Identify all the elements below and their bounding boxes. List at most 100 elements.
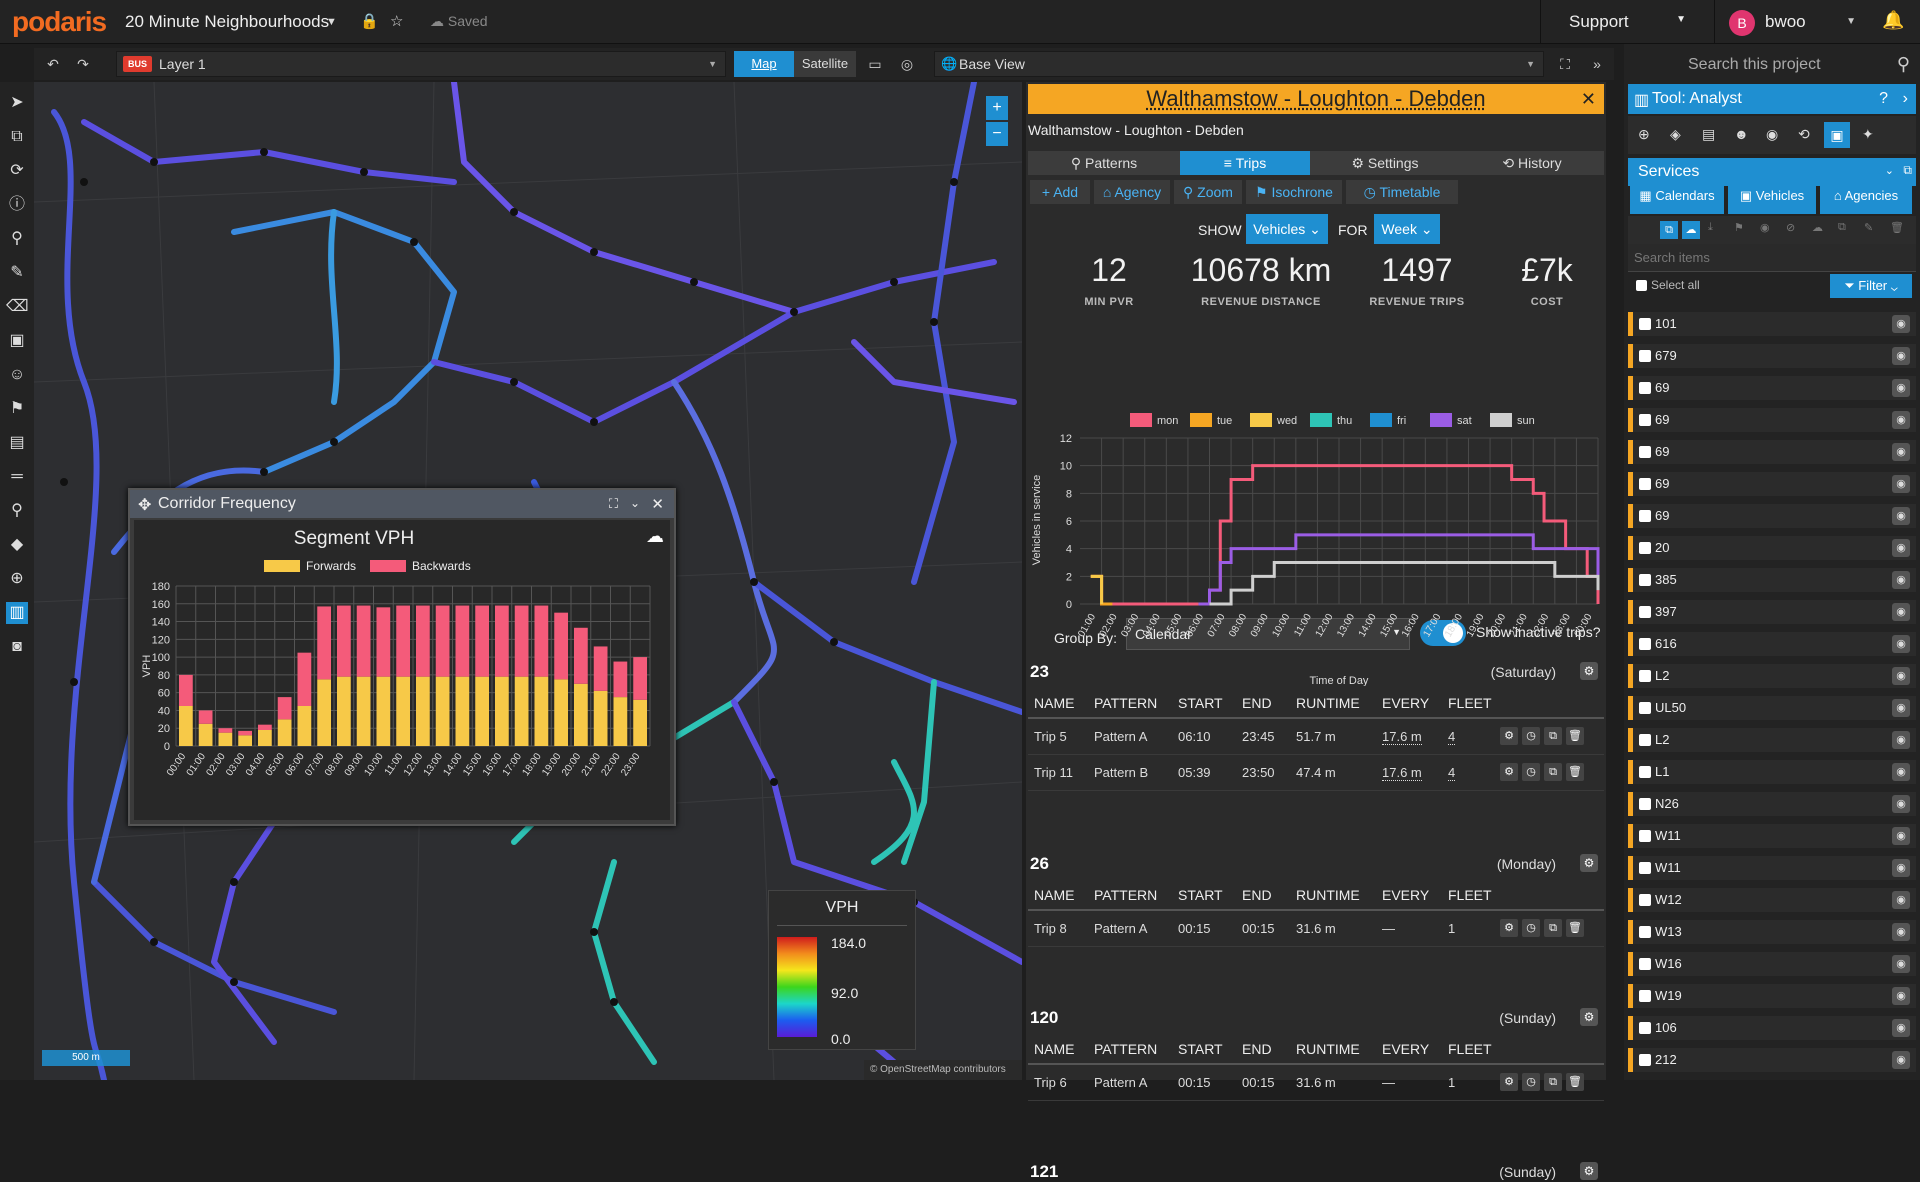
eye-icon[interactable]: ◉ bbox=[1892, 667, 1910, 685]
trash-icon[interactable]: 🗑 bbox=[1566, 1073, 1584, 1092]
chevron-down-icon[interactable]: ▼ bbox=[326, 16, 337, 28]
eye-icon[interactable]: ◉ bbox=[1892, 443, 1910, 461]
item-checkbox[interactable] bbox=[1639, 574, 1651, 586]
eye-icon[interactable]: ◉ bbox=[1892, 1051, 1910, 1069]
service-list-item[interactable]: L2 ◉ bbox=[1628, 664, 1916, 688]
gear-icon[interactable]: ⚙ bbox=[1500, 919, 1518, 938]
copy-icon[interactable]: ⧉ bbox=[1544, 727, 1562, 746]
layers-icon[interactable]: ◈ bbox=[1670, 126, 1681, 143]
puzzle-icon[interactable]: ✦ bbox=[1862, 126, 1874, 143]
item-checkbox[interactable] bbox=[1639, 734, 1651, 746]
column-header[interactable]: PATTERN bbox=[1088, 688, 1172, 719]
eye-icon[interactable]: ◉ bbox=[1892, 891, 1910, 909]
chart-icon[interactable]: ▥ bbox=[6, 602, 28, 624]
app-logo[interactable]: podaris bbox=[12, 6, 107, 38]
undo-icon[interactable]: ↶ bbox=[42, 52, 64, 76]
column-header[interactable]: RUNTIME bbox=[1290, 688, 1376, 719]
eye-icon[interactable]: ◉ bbox=[1892, 539, 1910, 557]
popout-icon[interactable]: ⧉ bbox=[1903, 163, 1912, 178]
group-settings-icon[interactable]: ⚙ bbox=[1580, 1008, 1598, 1026]
map-view-button[interactable]: Map bbox=[734, 51, 794, 77]
trash-icon[interactable]: 🗑 bbox=[1890, 221, 1904, 234]
item-checkbox[interactable] bbox=[1639, 510, 1651, 522]
item-checkbox[interactable] bbox=[1639, 862, 1651, 874]
service-list-item[interactable]: 69 ◉ bbox=[1628, 504, 1916, 528]
vehicles-button[interactable]: ▣ Vehicles bbox=[1728, 184, 1816, 214]
item-checkbox[interactable] bbox=[1639, 606, 1651, 618]
select-all[interactable]: Select all bbox=[1636, 278, 1700, 292]
eye-slash-icon[interactable]: ⊘ bbox=[1786, 221, 1795, 234]
column-header[interactable]: EVERY bbox=[1376, 688, 1442, 719]
eye-icon[interactable]: ◉ bbox=[1760, 221, 1770, 234]
column-header[interactable]: END bbox=[1236, 880, 1290, 911]
service-list-item[interactable]: 616 ◉ bbox=[1628, 632, 1916, 656]
item-checkbox[interactable] bbox=[1639, 446, 1651, 458]
fast-forward-icon[interactable]: » bbox=[1586, 52, 1608, 76]
project-title[interactable]: 20 Minute Neighbourhoods bbox=[125, 12, 329, 32]
service-list-item[interactable]: L1 ◉ bbox=[1628, 760, 1916, 784]
history-icon[interactable]: ⟲ bbox=[1798, 126, 1810, 143]
eye-icon[interactable]: ◉ bbox=[1892, 475, 1910, 493]
user-menu[interactable]: B bwoo ▼ bbox=[1714, 0, 1866, 44]
info-icon[interactable]: ⓘ bbox=[6, 194, 28, 216]
gear-icon[interactable]: ⚙ bbox=[1500, 763, 1518, 781]
column-header[interactable]: NAME bbox=[1028, 688, 1088, 719]
service-list-item[interactable]: N26 ◉ bbox=[1628, 792, 1916, 816]
close-icon[interactable]: ✕ bbox=[651, 495, 664, 513]
items-search[interactable]: Search items bbox=[1628, 244, 1916, 272]
eye-icon[interactable]: ◉ bbox=[1892, 379, 1910, 397]
copy-icon[interactable]: ⧉ bbox=[1544, 763, 1562, 781]
column-header[interactable]: FLEET bbox=[1442, 688, 1494, 719]
table-row[interactable]: Trip 5 Pattern A 06:10 23:45 51.7 m 17.6 m 4 ⚙ ◷… bbox=[1028, 718, 1604, 755]
cloud-off-icon[interactable]: ☁ bbox=[1812, 221, 1823, 234]
bell-icon[interactable]: 🔔 bbox=[1882, 10, 1904, 31]
lock-icon[interactable]: 🔒 bbox=[360, 12, 379, 30]
item-checkbox[interactable] bbox=[1639, 766, 1651, 778]
eye-icon[interactable]: ◉ bbox=[1892, 507, 1910, 525]
corridor-frequency-panel[interactable]: ✥ Corridor Frequency ⛶ ⌄ ✕ Segment VPH Fo… bbox=[128, 488, 676, 826]
item-checkbox[interactable] bbox=[1639, 894, 1651, 906]
zoom-out-button[interactable]: − bbox=[986, 122, 1008, 146]
eye-icon[interactable]: ◉ bbox=[1892, 731, 1910, 749]
item-checkbox[interactable] bbox=[1639, 414, 1651, 426]
eye-icon[interactable]: ◉ bbox=[1892, 1019, 1910, 1037]
eye-icon[interactable]: ◉ bbox=[1892, 571, 1910, 589]
group-settings-icon[interactable]: ⚙ bbox=[1580, 1162, 1598, 1180]
item-checkbox[interactable] bbox=[1639, 318, 1651, 330]
move-icon[interactable]: ✥ bbox=[138, 495, 151, 515]
item-checkbox[interactable] bbox=[1639, 798, 1651, 810]
item-checkbox[interactable] bbox=[1639, 830, 1651, 842]
column-header[interactable]: RUNTIME bbox=[1290, 880, 1376, 911]
column-header[interactable]: RUNTIME bbox=[1290, 1034, 1376, 1065]
camera-icon[interactable]: ◙ bbox=[6, 636, 28, 658]
column-header[interactable]: START bbox=[1172, 880, 1236, 911]
layer-select[interactable]: BUS Layer 1 ▼ bbox=[116, 51, 726, 77]
eye-icon[interactable]: ◉ bbox=[1892, 699, 1910, 717]
item-checkbox[interactable] bbox=[1639, 670, 1651, 682]
tab-history[interactable]: ⟲ History bbox=[1460, 151, 1604, 175]
copy-icon[interactable]: ⧉ bbox=[1544, 1073, 1562, 1092]
clock-icon[interactable]: ◷ bbox=[1522, 1073, 1540, 1092]
service-list-item[interactable]: UL50 ◉ bbox=[1628, 696, 1916, 720]
bus-icon[interactable]: ▣ bbox=[6, 330, 28, 352]
person-icon[interactable]: ☺ bbox=[6, 364, 28, 386]
globe-icon[interactable]: ⊕ bbox=[1638, 126, 1650, 143]
service-list-item[interactable]: W12 ◉ bbox=[1628, 888, 1916, 912]
walk-icon[interactable]: ⚑ bbox=[1734, 221, 1744, 234]
panel-header[interactable]: ✥ Corridor Frequency ⛶ ⌄ ✕ bbox=[130, 490, 674, 518]
column-header[interactable]: START bbox=[1172, 1034, 1236, 1065]
eraser-icon[interactable]: ⌫ bbox=[6, 296, 29, 318]
service-list-item[interactable]: W11 ◉ bbox=[1628, 824, 1916, 848]
pencil-icon[interactable]: ✎ bbox=[1864, 221, 1873, 234]
eye-icon[interactable]: ◉ bbox=[1766, 126, 1778, 143]
item-checkbox[interactable] bbox=[1639, 382, 1651, 394]
eye-icon[interactable]: ◉ bbox=[1892, 603, 1910, 621]
eye-icon[interactable]: ◉ bbox=[1892, 987, 1910, 1005]
tab-patterns[interactable]: ⚲ Patterns bbox=[1028, 151, 1180, 175]
duplicate-icon[interactable]: ⧉ bbox=[1838, 221, 1846, 234]
service-list-item[interactable]: 106 ◉ bbox=[1628, 1016, 1916, 1040]
table-row[interactable]: Trip 8 Pattern A 00:15 00:15 31.6 m —1 ⚙ ◷ ⧉ 🗑 bbox=[1028, 910, 1604, 947]
globe-icon[interactable]: ⊕ bbox=[6, 568, 28, 590]
add-button[interactable]: + Add bbox=[1030, 180, 1090, 204]
route-title[interactable]: Walthamstow - Loughton - Debden ✕ bbox=[1028, 84, 1604, 114]
